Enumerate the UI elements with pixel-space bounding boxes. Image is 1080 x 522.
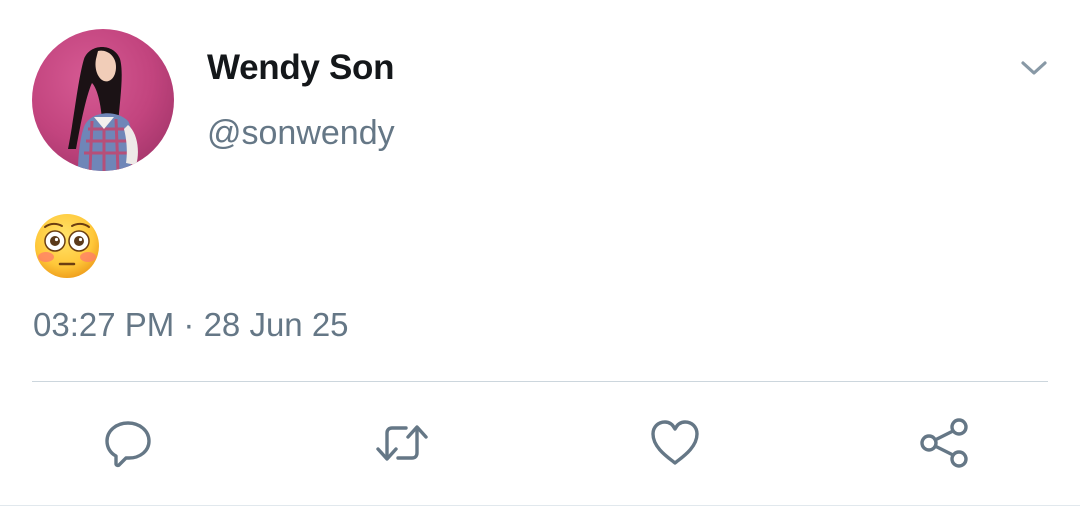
tweet-timestamp[interactable]: 03:27 PM · 28 Jun 25 [33,306,349,344]
retweet-icon [376,425,428,461]
tweet-card: Wendy Son @sonwendy 03:27 PM · 28 Jun 25 [0,0,1080,522]
user-handle[interactable]: @sonwendy [207,114,395,153]
speech-bubble-icon [105,421,151,468]
heart-icon [651,420,699,465]
reply-button[interactable] [99,414,157,472]
retweet-button[interactable] [373,414,431,472]
divider [32,381,1048,382]
display-name[interactable]: Wendy Son [207,48,395,88]
tweet-text [33,212,101,280]
like-button[interactable] [646,414,704,472]
chevron-down-icon[interactable] [1016,52,1052,84]
avatar[interactable] [32,29,174,171]
avatar-image [32,29,174,171]
bottom-divider [0,505,1080,506]
share-button[interactable] [916,414,974,472]
share-icon [920,418,968,468]
flushed-face-icon [35,214,99,278]
